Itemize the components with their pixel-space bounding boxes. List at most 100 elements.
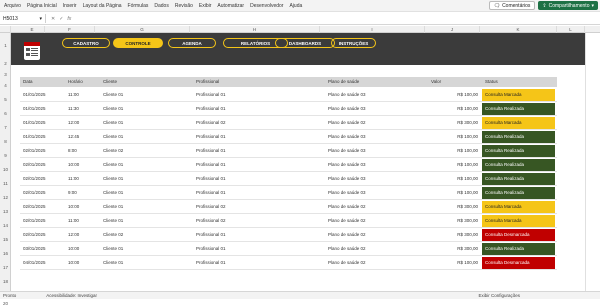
table-cell[interactable]: 8:00 <box>65 144 77 158</box>
column-header-e[interactable]: E <box>20 26 45 33</box>
table-cell[interactable]: Plano de saúde 02 <box>325 214 366 228</box>
table-cell[interactable]: Cliente 01 <box>100 172 123 186</box>
table-cell[interactable]: 01/01/2025 <box>20 88 46 102</box>
display-settings[interactable]: Exibir Configurações <box>478 293 520 298</box>
row-header-20[interactable]: 20 <box>0 301 11 306</box>
table-cell[interactable]: Profissional 02 <box>193 214 226 228</box>
table-cell[interactable]: 11:00 <box>65 214 79 228</box>
table-row[interactable]: 02/01/2025 11:00 Cliente 01 Profissional 01… <box>20 172 557 186</box>
table-cell[interactable]: Cliente 01 <box>100 102 123 116</box>
menu-item-9[interactable]: Desenvolvedor <box>247 3 286 9</box>
table-cell[interactable]: R$ 100,00 <box>428 256 482 270</box>
menu-item-2[interactable]: Inserir <box>60 3 80 9</box>
row-header-10[interactable]: 10 <box>0 167 11 172</box>
table-cell[interactable]: Cliente 01 <box>100 214 123 228</box>
table-cell[interactable]: Plano de saúde 03 <box>325 102 366 116</box>
table-cell[interactable]: 11:00 <box>65 172 79 186</box>
table-cell[interactable]: 01/01/2025 <box>20 102 46 116</box>
table-cell[interactable]: R$ 300,00 <box>428 214 482 228</box>
table-row[interactable]: 02/01/2025 9:00 Cliente 01 Profissional 01 P… <box>20 186 557 200</box>
row-header-12[interactable]: 12 <box>0 195 11 200</box>
table-cell[interactable]: 9:00 <box>65 186 77 200</box>
menu-item-10[interactable]: Ajuda <box>286 3 305 9</box>
table-cell[interactable]: Plano de saúde 02 <box>325 228 366 242</box>
column-header-l[interactable]: L <box>557 26 585 33</box>
table-cell[interactable]: Cliente 01 <box>100 88 123 102</box>
accessibility-status[interactable]: Acessibilidade: Investigar <box>46 293 97 298</box>
table-cell[interactable]: 02/01/2025 <box>20 172 46 186</box>
menu-item-6[interactable]: Revisão <box>172 3 196 9</box>
menu-item-5[interactable]: Dados <box>151 3 171 9</box>
table-cell[interactable]: Cliente 01 <box>100 116 123 130</box>
table-cell[interactable]: Profissional 01 <box>193 130 226 144</box>
table-row[interactable]: 01/01/2025 12:45 Cliente 01 Profissional 01… <box>20 130 557 144</box>
confirm-icon[interactable]: ✓ <box>59 16 63 22</box>
row-header-11[interactable]: 11 <box>0 181 11 186</box>
row-header-5[interactable]: 5 <box>0 97 11 102</box>
table-cell[interactable]: 10:00 <box>65 200 79 214</box>
table-cell[interactable]: Profissional 01 <box>193 172 226 186</box>
table-cell[interactable]: 02/01/2025 <box>20 214 46 228</box>
column-header-f[interactable]: F <box>45 26 95 33</box>
nav-button-5[interactable]: INSTRUÇÕES <box>331 38 376 48</box>
select-all-corner[interactable] <box>0 26 11 33</box>
table-cell[interactable]: Cliente 01 <box>100 158 123 172</box>
table-cell[interactable]: Plano de saúde 03 <box>325 186 366 200</box>
menu-item-4[interactable]: Fórmulas <box>125 3 152 9</box>
column-header-g[interactable]: G <box>95 26 190 33</box>
table-row[interactable]: 02/01/2025 12:00 Cliente 02 Profissional 01… <box>20 228 557 242</box>
vertical-scrollbar[interactable] <box>585 33 600 291</box>
table-cell[interactable]: Plano de saúde 02 <box>325 242 366 256</box>
table-cell[interactable]: Plano de saúde 03 <box>325 130 366 144</box>
menu-item-7[interactable]: Exibir <box>196 3 215 9</box>
table-cell[interactable]: 04/01/2025 <box>20 256 46 270</box>
share-button[interactable]: ⇪ Compartilhamento ▾ <box>538 1 598 10</box>
table-cell[interactable]: Cliente 01 <box>100 242 123 256</box>
table-cell[interactable]: 12:45 <box>65 130 79 144</box>
table-cell[interactable]: 10:00 <box>65 158 79 172</box>
menu-item-8[interactable]: Automatizar <box>214 3 247 9</box>
nav-button-1[interactable]: CONTROLE <box>113 38 163 48</box>
column-header-h[interactable]: H <box>190 26 320 33</box>
row-header-17[interactable]: 17 <box>0 265 11 270</box>
table-cell[interactable]: Cliente 01 <box>100 130 123 144</box>
table-cell[interactable]: Plano de saúde 03 <box>325 144 366 158</box>
formula-input[interactable] <box>76 14 600 23</box>
row-header-8[interactable]: 8 <box>0 139 11 144</box>
row-header-15[interactable]: 15 <box>0 237 11 242</box>
row-header-1[interactable]: 1 <box>0 43 11 48</box>
row-header-18[interactable]: 18 <box>0 279 11 284</box>
nav-button-4[interactable]: DASHBOARDS <box>275 38 335 48</box>
table-row[interactable]: 01/01/2025 12:00 Cliente 01 Profissional 02… <box>20 116 557 130</box>
row-header-9[interactable]: 9 <box>0 153 11 158</box>
table-cell[interactable]: 12:00 <box>65 116 79 130</box>
table-row[interactable]: 01/01/2025 11:30 Cliente 01 Profissional 01… <box>20 102 557 116</box>
row-header-4[interactable]: 4 <box>0 83 11 88</box>
table-row[interactable]: 02/01/2025 11:00 Cliente 01 Profissional 02… <box>20 214 557 228</box>
nav-button-2[interactable]: AGENDA <box>168 38 216 48</box>
nav-button-0[interactable]: CADASTRO <box>62 38 110 48</box>
table-cell[interactable]: R$ 100,00 <box>428 186 482 200</box>
row-header-3[interactable]: 3 <box>0 72 11 77</box>
column-header-i[interactable]: I <box>320 26 425 33</box>
table-cell[interactable]: R$ 100,00 <box>428 158 482 172</box>
table-row[interactable]: 02/01/2025 8:00 Cliente 02 Profissional 01 P… <box>20 144 557 158</box>
column-header-j[interactable]: J <box>425 26 480 33</box>
table-cell[interactable]: 03/01/2025 <box>20 242 46 256</box>
menu-item-3[interactable]: Layout da Página <box>80 3 125 9</box>
table-cell[interactable]: Cliente 01 <box>100 200 123 214</box>
table-cell[interactable]: Profissional 01 <box>193 158 226 172</box>
menu-item-1[interactable]: Página Inicial <box>24 3 60 9</box>
table-cell[interactable]: Profissional 01 <box>193 102 226 116</box>
table-cell[interactable]: R$ 300,00 <box>428 242 482 256</box>
table-cell[interactable]: Plano de saúde 03 <box>325 88 366 102</box>
table-cell[interactable]: Profissional 02 <box>193 200 226 214</box>
table-cell[interactable]: Plano de saúde 02 <box>325 256 366 270</box>
row-header-16[interactable]: 16 <box>0 251 11 256</box>
table-cell[interactable]: Profissional 01 <box>193 228 226 242</box>
table-cell[interactable]: 10:00 <box>65 242 79 256</box>
table-cell[interactable]: Plano de saúde 03 <box>325 158 366 172</box>
table-cell[interactable]: 01/01/2025 <box>20 116 46 130</box>
row-header-13[interactable]: 13 <box>0 209 11 214</box>
cancel-icon[interactable]: ✕ <box>51 16 55 22</box>
